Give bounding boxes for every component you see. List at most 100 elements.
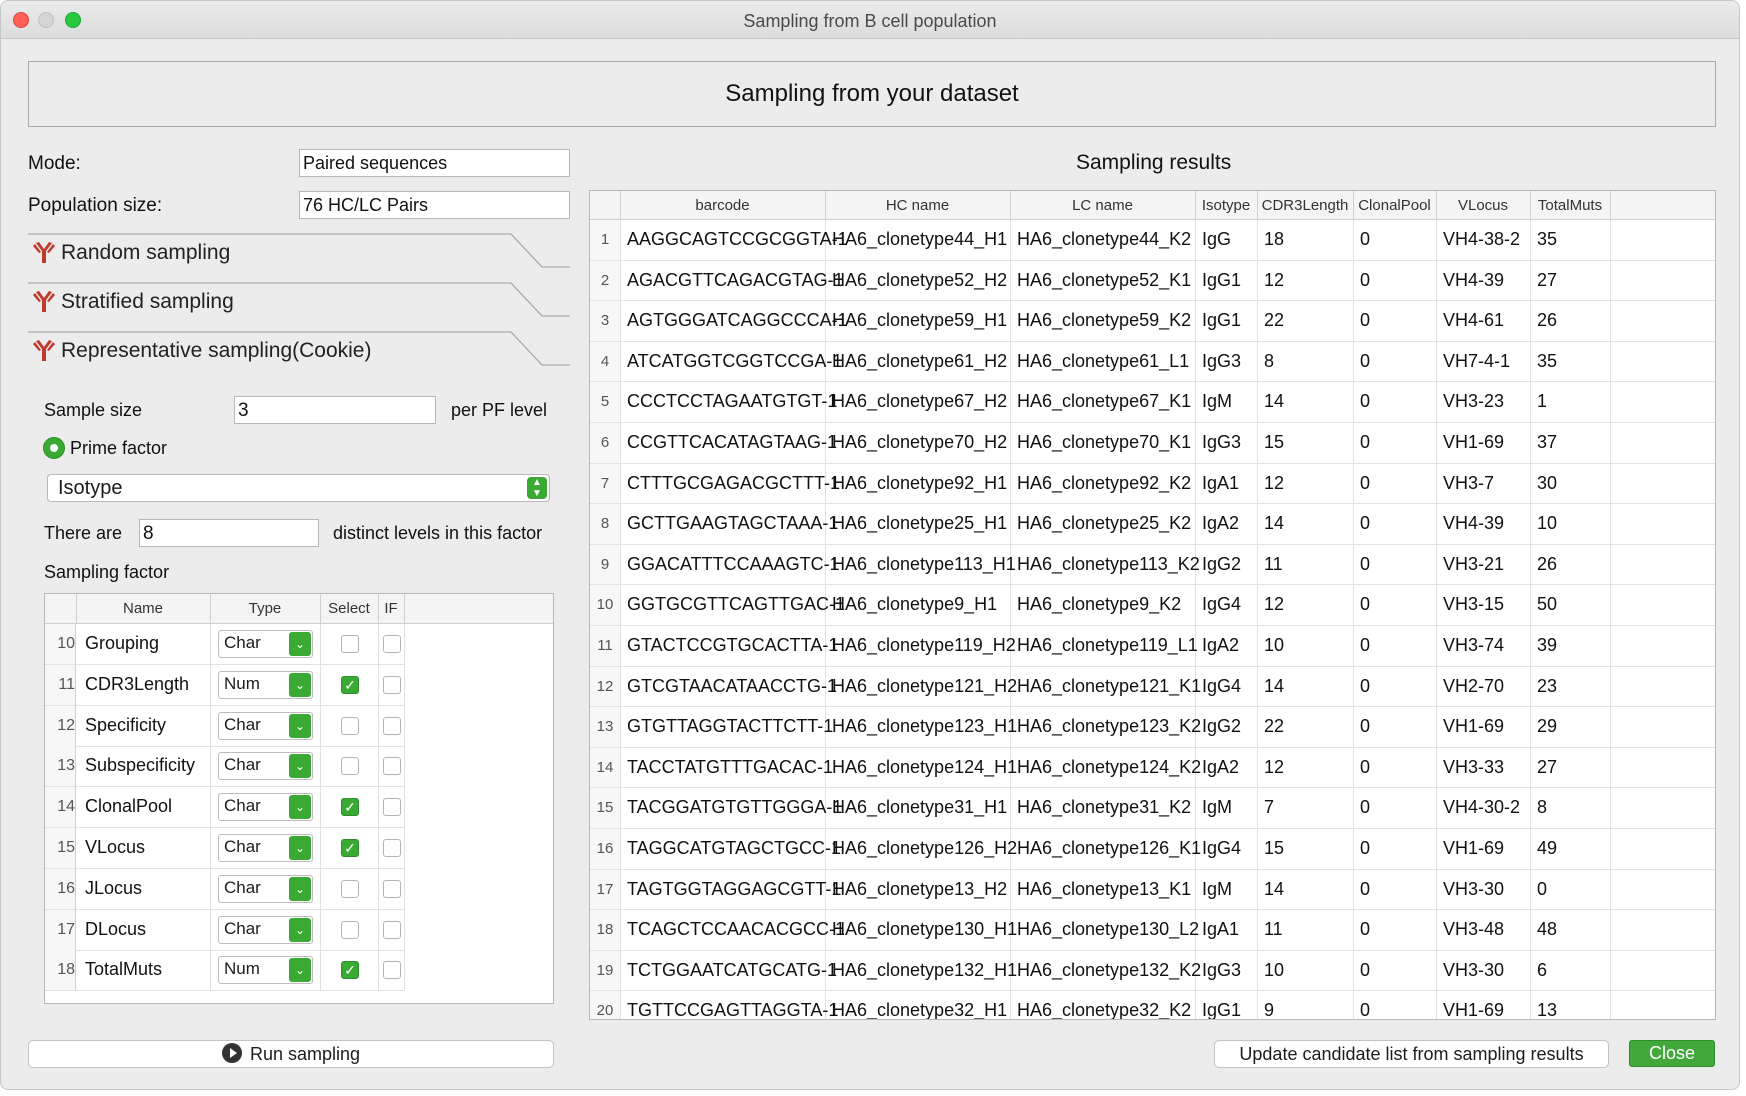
results-row[interactable]: 2 AGACGTTCAGACGTAG-1 HA6_clonetype52_H2 HA6…	[590, 260, 1715, 302]
select-checkbox[interactable]: ✓	[341, 961, 359, 980]
factor-name: VLocus	[85, 837, 146, 857]
results-cell: HA6_clonetype124_K2	[1017, 756, 1202, 777]
results-col-header[interactable]: barcode	[620, 197, 825, 214]
if-checkbox[interactable]	[383, 920, 401, 939]
if-checkbox[interactable]	[383, 839, 401, 857]
sampling-factor-header: Name Type Select IF	[45, 594, 553, 624]
select-checkbox[interactable]: ✓	[341, 675, 359, 694]
results-row[interactable]: 7 CTTTGCGAGACGCTTT-1 HA6_clonetype92_H1 HA6…	[590, 463, 1715, 505]
run-sampling-button[interactable]: Run sampling	[28, 1040, 554, 1068]
sampling-factor-row[interactable]: 10 Grouping Char ⌄	[45, 624, 553, 665]
results-row[interactable]: 19 TCTGGAATCATGCATG-1 HA6_clonetype132_H1 H…	[590, 950, 1715, 992]
results-row[interactable]: 17 TAGTGGTAGGAGCGTT-1 HA6_clonetype13_H2 HA…	[590, 869, 1715, 911]
col-name-header[interactable]: Name	[76, 600, 210, 617]
sampling-factor-row[interactable]: 14 ClonalPool Char ⌄ ✓	[45, 787, 553, 829]
factor-type-select[interactable]: Num ⌄	[218, 670, 313, 699]
results-row[interactable]: 1 AAGGCAGTCCGCGGTA-1 HA6_clonetype44_H1 HA6…	[590, 220, 1715, 261]
sampling-factor-row[interactable]: 15 VLocus Char ⌄ ✓	[45, 828, 553, 869]
results-row[interactable]: 9 GGACATTTCCAAAGTC-1 HA6_clonetype113_H1 HA…	[590, 544, 1715, 586]
results-col-header[interactable]: TotalMuts	[1530, 197, 1610, 214]
select-checkbox[interactable]	[341, 757, 359, 776]
factor-type-select[interactable]: Char ⌄	[218, 711, 313, 740]
factor-type-select[interactable]: Char ⌄	[218, 630, 313, 658]
sampling-factor-row[interactable]: 11 CDR3Length Num ⌄ ✓	[45, 664, 553, 706]
results-cell: 15	[1264, 838, 1285, 858]
factor-type-select[interactable]: Char ⌄	[218, 752, 313, 781]
results-row[interactable]: 4 ATCATGGTCGGTCCGA-1 HA6_clonetype61_H2 HA6…	[590, 341, 1715, 383]
levels-count-field[interactable]: 8	[139, 519, 319, 547]
factor-type-select[interactable]: Char ⌄	[218, 834, 313, 862]
select-checkbox[interactable]: ✓	[341, 798, 359, 817]
sampling-factor-row[interactable]: 16 JLocus Char ⌄	[45, 868, 553, 910]
if-checkbox[interactable]	[383, 757, 401, 776]
results-row[interactable]: 20 TGTTCCGAGTTAGGTA-1 HA6_clonetype32_H1 HA…	[590, 991, 1715, 1019]
row-number: 10	[57, 635, 75, 652]
col-select-header[interactable]: Select	[320, 600, 378, 617]
factor-type-select[interactable]: Char ⌄	[218, 874, 313, 903]
accordion-item-2[interactable]: Stratified sampling	[28, 280, 570, 328]
results-row[interactable]: 14 TACCTATGTTTGACAC-1 HA6_clonetype124_H1 H…	[590, 747, 1715, 789]
results-row[interactable]: 15 TACGGATGTGTTGGGA-1 HA6_clonetype31_H1 HA…	[590, 788, 1715, 829]
select-checkbox[interactable]: ✓	[341, 839, 359, 857]
results-col-header[interactable]: CDR3Length	[1257, 197, 1353, 214]
if-checkbox[interactable]	[383, 879, 401, 898]
results-row[interactable]: 13 GTGTTAGGTACTTCTT-1 HA6_clonetype123_H1 H…	[590, 707, 1715, 748]
results-col-header[interactable]: HC name	[825, 197, 1010, 214]
results-cell: 8	[1537, 797, 1548, 818]
mode-field[interactable]: Paired sequences	[299, 149, 570, 177]
sample-size-input[interactable]: 3	[234, 396, 436, 424]
results-cell: 0	[1360, 269, 1371, 290]
factor-type-select[interactable]: Char ⌄	[218, 793, 313, 822]
results-cell: TAGTGGTAGGAGCGTT-1	[627, 878, 842, 899]
factor-name: DLocus	[85, 918, 147, 939]
sampling-factor-row[interactable]: 17 DLocus Char ⌄	[45, 909, 553, 951]
results-row[interactable]: 16 TAGGCATGTAGCTGCC-1 HA6_clonetype126_H2 H…	[590, 829, 1715, 870]
results-cell: 9	[600, 555, 610, 573]
factor-type-value: Char	[224, 633, 261, 652]
if-checkbox[interactable]	[383, 716, 401, 735]
results-cell: 11	[1264, 919, 1283, 940]
results-row[interactable]: 11 GTACTCCGTGCACTTA-1 HA6_clonetype119_H2 H…	[590, 626, 1715, 667]
prime-factor-select[interactable]: Isotype ▲ ▼	[47, 474, 550, 502]
population-size-field[interactable]: 76 HC/LC Pairs	[299, 191, 570, 219]
results-row[interactable]: 10 GGTGCGTTCAGTTGAC-1 HA6_clonetype9_H1 HA6…	[590, 585, 1715, 626]
results-row[interactable]: 5 CCCTCCTAGAATGTGT-1 HA6_clonetype67_H2 HA6…	[590, 382, 1715, 423]
sampling-factor-row[interactable]: 12 Specificity Char ⌄	[45, 705, 553, 747]
if-checkbox[interactable]	[383, 798, 401, 817]
col-type-header[interactable]: Type	[210, 600, 320, 617]
accordion-item-3[interactable]: Representative sampling(Cookie)	[28, 329, 570, 377]
factor-type-select[interactable]: Num ⌄	[218, 956, 313, 985]
select-checkbox[interactable]	[341, 920, 359, 939]
results-row[interactable]: 12 GTCGTAACATAACCTG-1 HA6_clonetype121_H2 H…	[590, 666, 1715, 708]
select-checkbox[interactable]	[341, 879, 359, 898]
results-col-header[interactable]: Isotype	[1195, 197, 1257, 214]
results-row[interactable]: 3 AGTGGGATCAGGCCCA-1 HA6_clonetype59_H1 HA6…	[590, 301, 1715, 342]
results-col-header[interactable]: ClonalPool	[1353, 197, 1436, 214]
select-checkbox[interactable]	[341, 635, 359, 653]
factor-type-select[interactable]: Char ⌄	[218, 915, 313, 944]
accordion-item-1[interactable]: Random sampling	[28, 231, 570, 279]
factor-type-value: Char	[224, 714, 261, 734]
sampling-factor-row[interactable]: 13 Subspecificity Char ⌄	[45, 746, 553, 788]
results-row[interactable]: 18 TCAGCTCCAACACGCC-1 HA6_clonetype130_H1 H…	[590, 910, 1715, 951]
results-cell: VH3-48	[1443, 919, 1505, 940]
if-checkbox[interactable]	[383, 675, 401, 694]
select-checkbox[interactable]	[341, 716, 359, 735]
prime-factor-radio[interactable]	[43, 437, 65, 459]
results-cell: 0	[1537, 878, 1548, 899]
if-checkbox[interactable]	[383, 635, 401, 653]
results-cell: GTACTCCGTGCACTTA-1	[627, 635, 839, 655]
col-if-header[interactable]: IF	[378, 600, 404, 617]
results-col-header[interactable]: VLocus	[1436, 197, 1530, 214]
results-cell: 12	[1264, 756, 1285, 777]
close-button[interactable]: Close	[1629, 1040, 1715, 1067]
if-checkbox[interactable]	[383, 961, 401, 980]
sampling-factor-row[interactable]: 18 TotalMuts Num ⌄ ✓	[45, 950, 553, 992]
results-row[interactable]: 8 GCTTGAAGTAGCTAAA-1 HA6_clonetype25_H1 HA6…	[590, 504, 1715, 545]
results-cell: 12	[596, 677, 614, 695]
results-cell: 27	[1537, 756, 1558, 777]
results-cell: TACGGATGTGTTGGGA-1	[627, 797, 843, 818]
update-candidate-list-button[interactable]: Update candidate list from sampling resu…	[1214, 1040, 1609, 1068]
results-row[interactable]: 6 CCGTTCACATAGTAAG-1 HA6_clonetype70_H2 HA6…	[590, 423, 1715, 464]
results-col-header[interactable]: LC name	[1010, 197, 1195, 214]
